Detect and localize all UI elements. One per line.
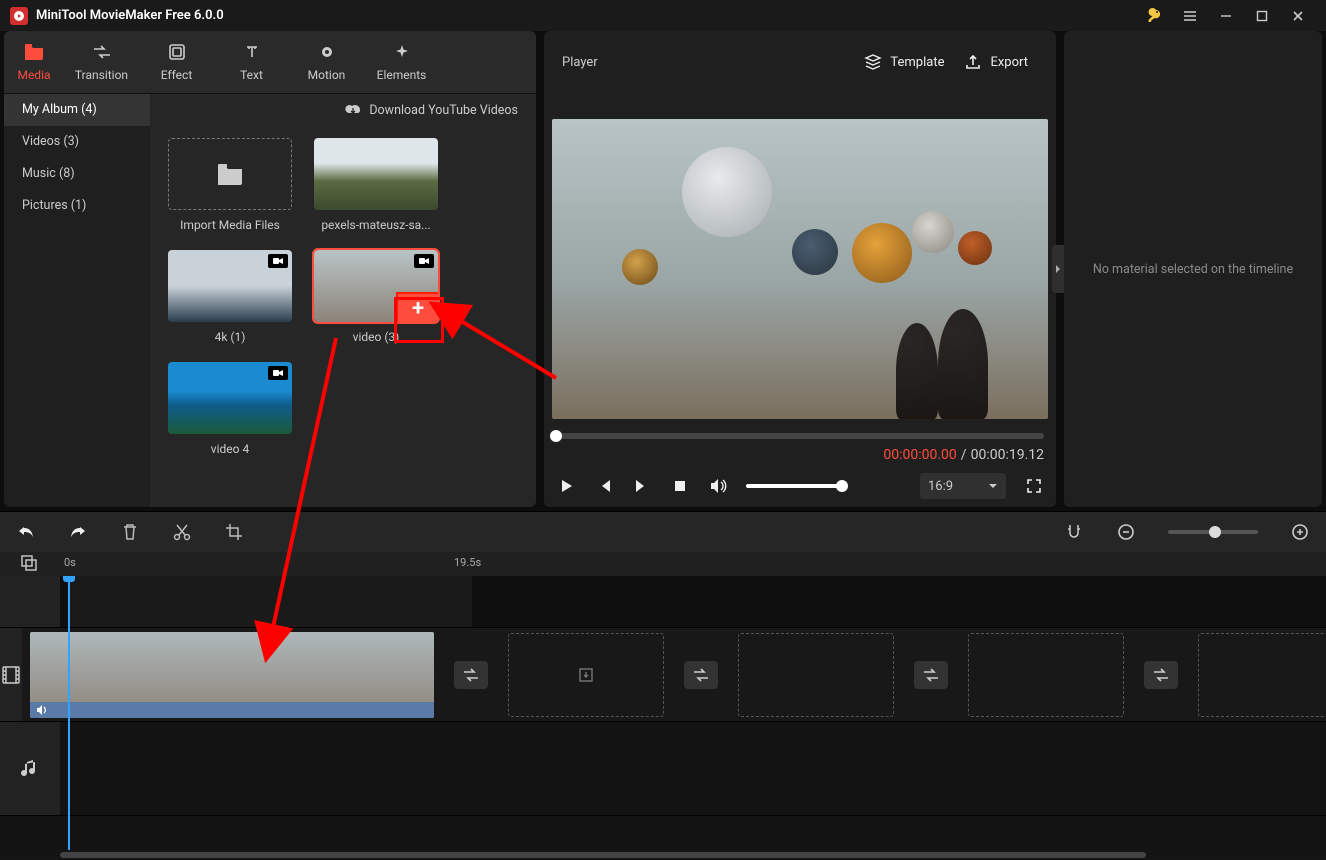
video-track[interactable] xyxy=(0,628,1326,722)
stop-button[interactable] xyxy=(670,476,690,496)
tool-tabs: Media Transition Effect Text Motion Elem… xyxy=(4,31,536,94)
transition-icon xyxy=(92,42,112,62)
snap-icon[interactable] xyxy=(1064,522,1084,542)
timeline-ruler[interactable]: 0s 19.5s xyxy=(0,552,1326,576)
chevron-down-icon xyxy=(988,483,998,489)
timeline-panel: 0s 19.5s xyxy=(0,511,1326,860)
scrubber[interactable] xyxy=(556,433,1044,439)
music-icon xyxy=(21,759,39,779)
maximize-icon[interactable] xyxy=(1244,0,1280,31)
add-to-timeline-button[interactable]: + xyxy=(396,292,438,322)
download-icon xyxy=(345,104,361,116)
volume-slider[interactable] xyxy=(746,484,842,488)
transition-slot[interactable] xyxy=(454,661,488,689)
text-track[interactable] xyxy=(0,576,1326,628)
tab-motion[interactable]: Motion xyxy=(289,31,364,93)
chevron-right-icon xyxy=(1054,264,1062,274)
drop-slot[interactable] xyxy=(508,633,664,717)
motion-icon xyxy=(317,42,337,62)
media-item[interactable]: 4k (1) xyxy=(168,250,292,344)
folder-icon xyxy=(24,42,44,62)
video-badge-icon xyxy=(414,254,434,268)
side-nav: My Album (4) Videos (3) Music (8) Pictur… xyxy=(4,94,150,507)
time-display: 00:00:00.00 / 00:00:19.12 xyxy=(556,447,1044,463)
ruler-mark-0: 0s xyxy=(64,556,76,569)
tab-effect[interactable]: Effect xyxy=(139,31,214,93)
crop-button[interactable] xyxy=(224,522,244,542)
volume-icon[interactable] xyxy=(708,476,728,496)
sparkle-icon xyxy=(392,42,412,62)
preview-viewport xyxy=(552,119,1048,419)
horizontal-scrollbar[interactable] xyxy=(0,850,1326,860)
minimize-icon[interactable] xyxy=(1208,0,1244,31)
sidebar-item-videos[interactable]: Videos (3) xyxy=(4,126,150,158)
audio-track[interactable] xyxy=(0,722,1326,816)
ruler-mark-1: 19.5s xyxy=(454,556,481,569)
aspect-ratio-select[interactable]: 16:9 xyxy=(920,473,1006,499)
next-frame-button[interactable] xyxy=(632,476,652,496)
template-button[interactable]: Template xyxy=(854,47,954,77)
app-title: MiniTool MovieMaker Free 6.0.0 xyxy=(36,8,224,23)
video-badge-icon xyxy=(268,254,288,268)
video-clip[interactable] xyxy=(30,632,434,718)
sidebar-item-music[interactable]: Music (8) xyxy=(4,158,150,190)
hamburger-menu-icon[interactable] xyxy=(1172,0,1208,31)
drop-slot[interactable] xyxy=(1198,633,1326,717)
tab-text[interactable]: Text xyxy=(214,31,289,93)
transition-slot[interactable] xyxy=(1144,661,1178,689)
tab-transition[interactable]: Transition xyxy=(64,31,139,93)
tab-media[interactable]: Media xyxy=(4,31,64,93)
redo-button[interactable] xyxy=(68,522,88,542)
close-icon[interactable] xyxy=(1280,0,1316,31)
sidebar-item-pictures[interactable]: Pictures (1) xyxy=(4,190,150,222)
playhead[interactable] xyxy=(68,576,70,850)
split-button[interactable] xyxy=(172,522,192,542)
film-icon xyxy=(0,664,22,686)
duration: 00:00:19.12 xyxy=(971,447,1044,463)
title-bar: MiniTool MovieMaker Free 6.0.0 xyxy=(0,0,1326,31)
inspector-panel: No material selected on the timeline xyxy=(1064,31,1322,507)
template-icon xyxy=(864,53,882,71)
export-button[interactable]: Export xyxy=(954,47,1038,77)
transition-slot[interactable] xyxy=(914,661,948,689)
current-time: 00:00:00.00 xyxy=(883,447,956,463)
play-button[interactable] xyxy=(556,476,576,496)
folder-icon xyxy=(217,163,243,185)
delete-button[interactable] xyxy=(120,522,140,542)
tab-elements[interactable]: Elements xyxy=(364,31,439,93)
license-key-icon[interactable] xyxy=(1136,0,1172,31)
media-item-selected[interactable]: + video (3) xyxy=(314,250,438,344)
media-area: Download YouTube Videos Import Media Fil… xyxy=(150,94,536,507)
transition-slot[interactable] xyxy=(684,661,718,689)
media-panel: Media Transition Effect Text Motion Elem… xyxy=(4,31,536,507)
speaker-icon xyxy=(36,704,48,716)
layers-icon[interactable] xyxy=(19,553,41,575)
zoom-slider[interactable] xyxy=(1168,530,1258,534)
drop-slot[interactable] xyxy=(968,633,1124,717)
download-youtube-link[interactable]: Download YouTube Videos xyxy=(369,103,518,118)
media-item[interactable]: video 4 xyxy=(168,362,292,456)
media-item[interactable]: pexels-mateusz-sa... xyxy=(314,138,438,232)
app-logo-icon xyxy=(10,7,28,25)
timeline-toolbar xyxy=(0,512,1326,552)
undo-button[interactable] xyxy=(16,522,36,542)
prev-frame-button[interactable] xyxy=(594,476,614,496)
export-icon xyxy=(964,53,982,71)
scrubber-knob[interactable] xyxy=(550,430,562,442)
video-badge-icon xyxy=(268,366,288,380)
zoom-in-button[interactable] xyxy=(1290,522,1310,542)
player-panel: Player Template Export 00:00:00.00 / xyxy=(544,31,1056,507)
fullscreen-button[interactable] xyxy=(1024,476,1044,496)
collapse-handle[interactable] xyxy=(1052,245,1064,293)
sidebar-item-my-album[interactable]: My Album (4) xyxy=(4,94,150,126)
inspector-empty-message: No material selected on the timeline xyxy=(1093,262,1293,277)
text-icon xyxy=(242,42,262,62)
player-label: Player xyxy=(562,55,598,70)
drop-slot[interactable] xyxy=(738,633,894,717)
zoom-out-button[interactable] xyxy=(1116,522,1136,542)
effect-icon xyxy=(167,42,187,62)
import-media-cell[interactable]: Import Media Files xyxy=(168,138,292,232)
download-slot-icon xyxy=(578,667,594,683)
